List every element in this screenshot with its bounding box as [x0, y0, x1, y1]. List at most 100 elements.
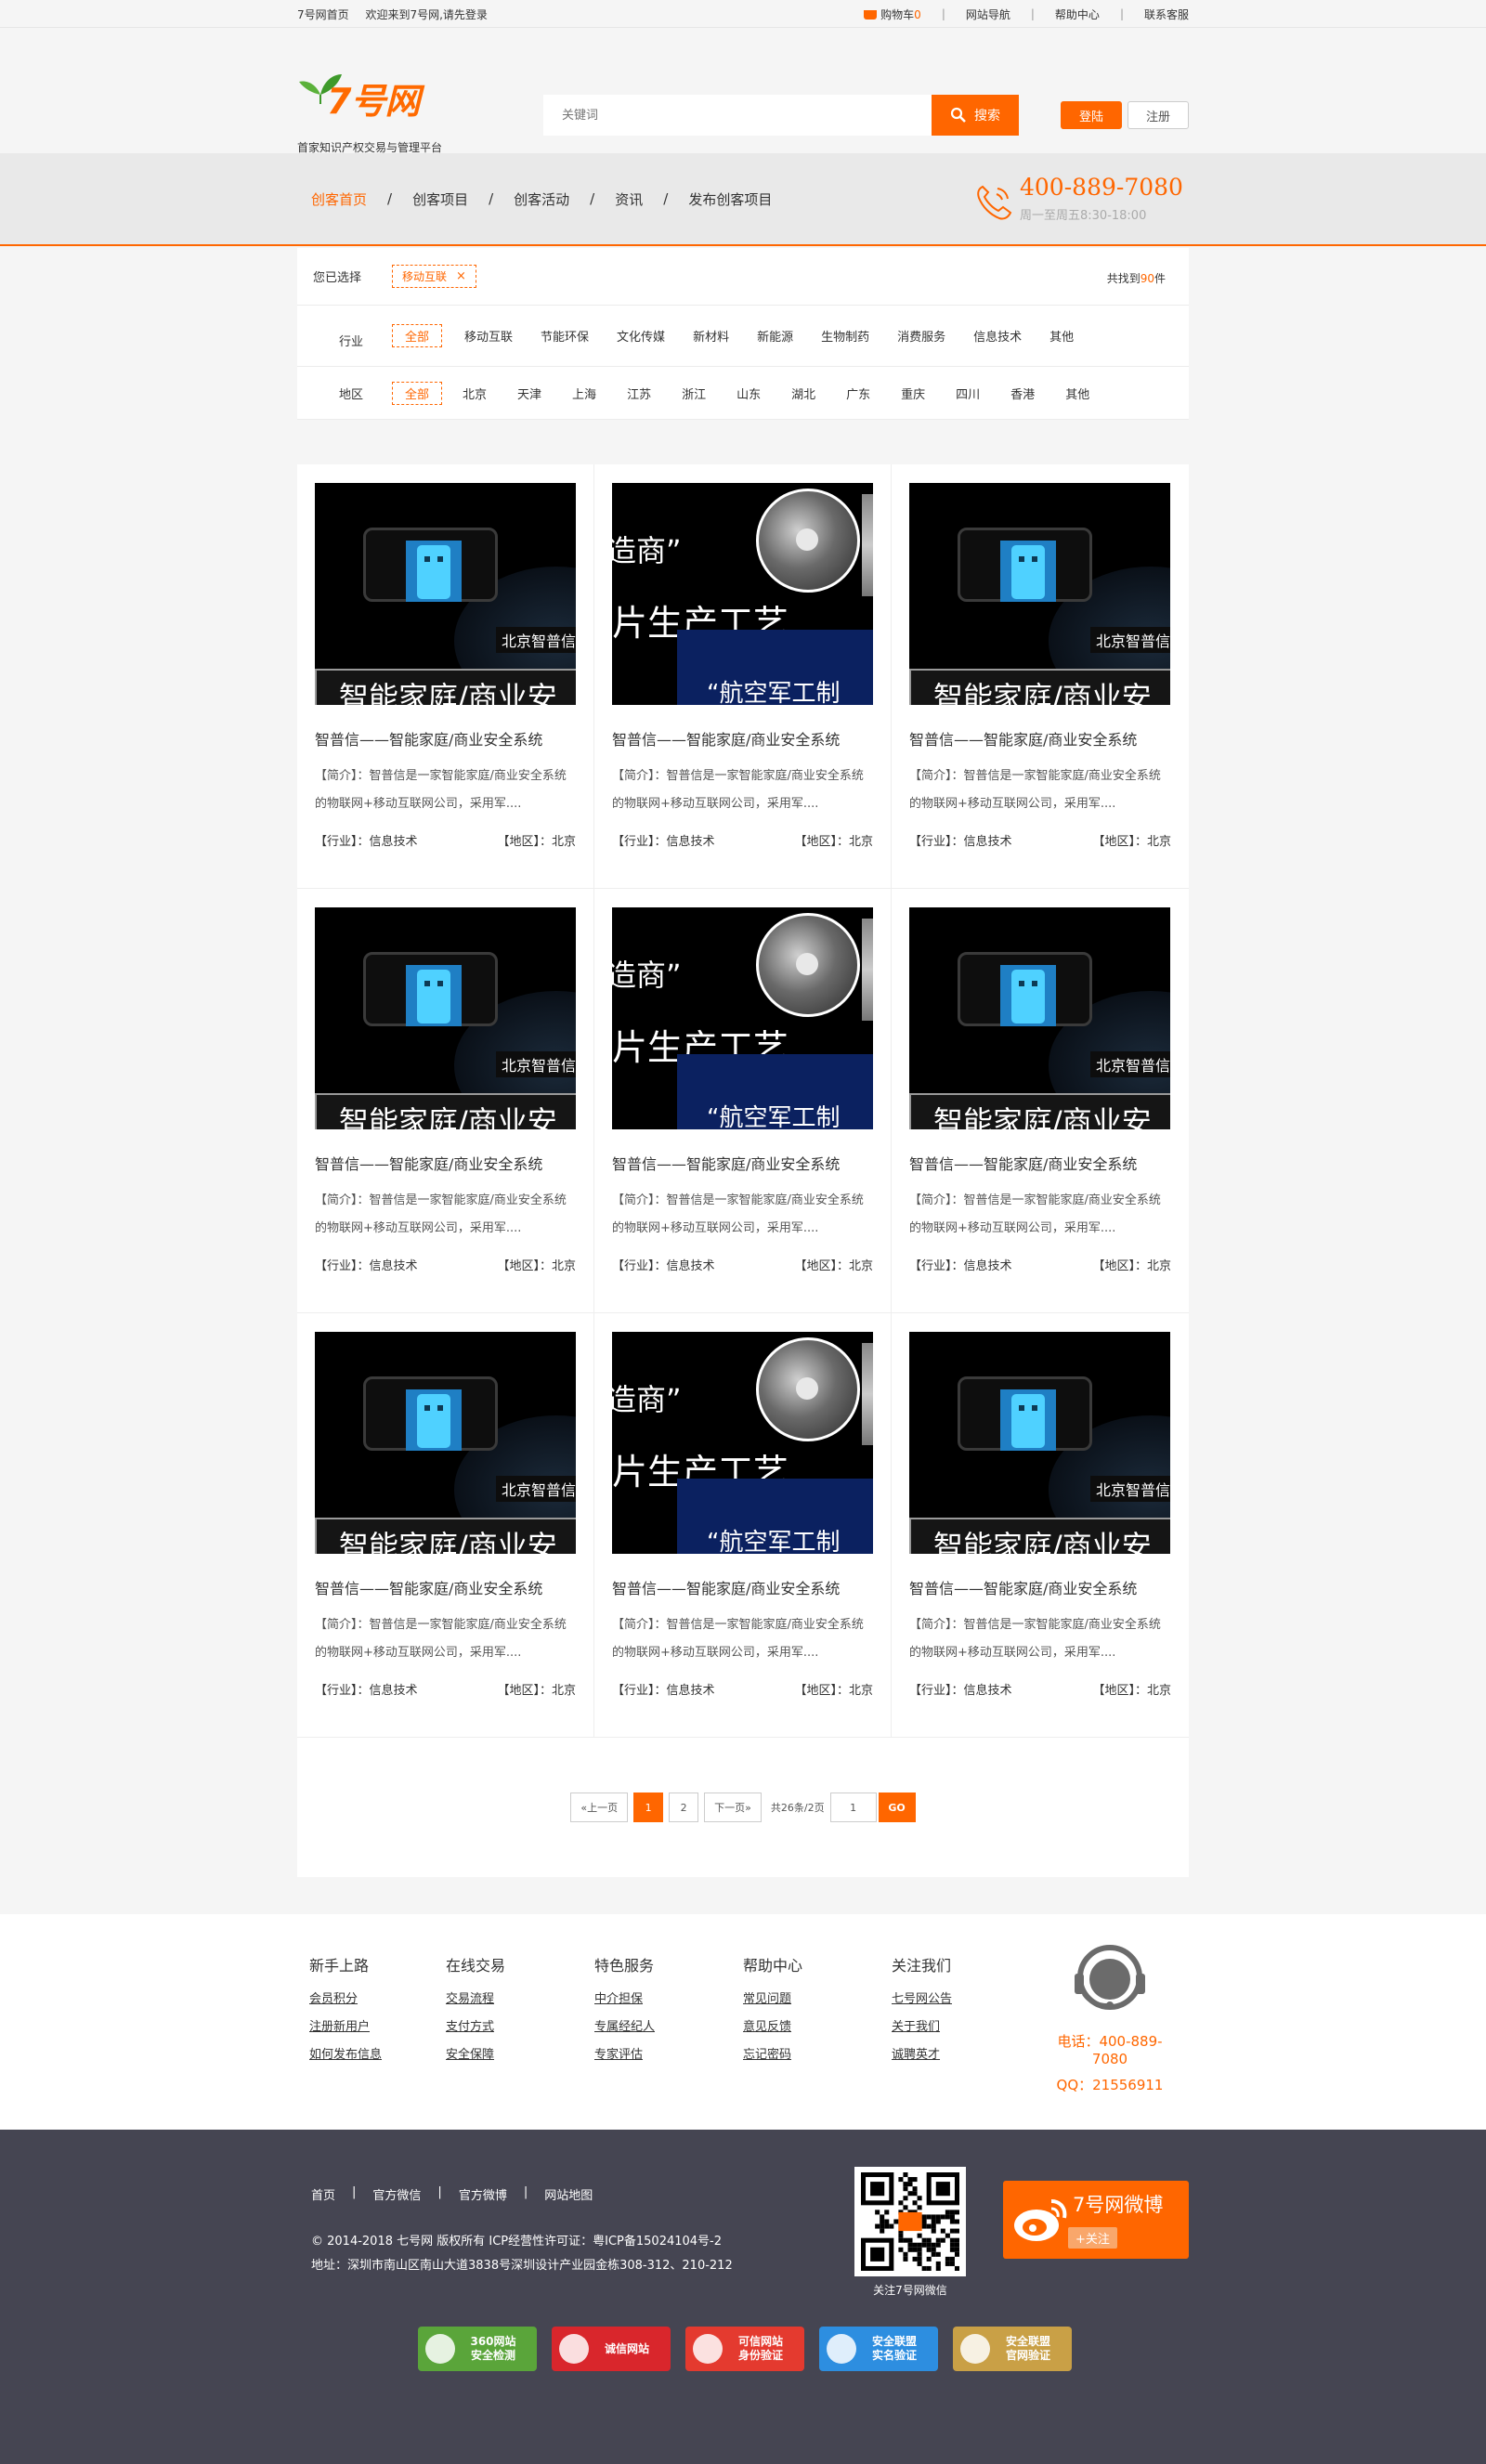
nav-item[interactable]: 创客活动: [514, 189, 569, 209]
project-title[interactable]: 智普信——智能家庭/商业安全系统: [315, 1576, 576, 1598]
trust-badge[interactable]: 安全联盟 实名验证: [819, 2327, 938, 2371]
help-link[interactable]: 专属经纪人: [594, 2014, 655, 2041]
help-link[interactable]: 安全保障: [446, 2041, 505, 2069]
industry-option[interactable]: 节能环保: [541, 327, 589, 345]
footer-link[interactable]: 官方微信: [372, 2185, 421, 2203]
site-nav-link[interactable]: 网站导航: [966, 7, 1010, 22]
project-card[interactable]: 北京智普信 智能家庭/商业安 智普信——智能家庭/商业安全系统 【简介】：智普信是一家…: [297, 1313, 594, 1738]
page-2-button[interactable]: 2: [669, 1793, 699, 1822]
region-option[interactable]: 上海: [572, 385, 596, 402]
project-title[interactable]: 智普信——智能家庭/商业安全系统: [909, 727, 1171, 750]
region-option[interactable]: 四川: [956, 385, 980, 402]
project-title[interactable]: 智普信——智能家庭/商业安全系统: [909, 1152, 1171, 1174]
industry-option-all[interactable]: 全部: [392, 324, 443, 347]
project-thumbnail[interactable]: 造商” 片生产工艺 “航空军工制: [612, 907, 873, 1129]
help-link[interactable]: 会员积分: [309, 1986, 382, 2014]
nav-item[interactable]: 资讯: [615, 189, 643, 209]
login-button[interactable]: 登陆: [1061, 101, 1122, 129]
region-option[interactable]: 广东: [846, 385, 870, 402]
help-link[interactable]: 七号网公告: [892, 1986, 952, 2014]
trust-badge[interactable]: 安全联盟 官网验证: [953, 2327, 1072, 2371]
project-title[interactable]: 智普信——智能家庭/商业安全系统: [612, 727, 873, 750]
industry-option[interactable]: 新材料: [693, 327, 729, 345]
region-option[interactable]: 重庆: [901, 385, 925, 402]
region-option-all[interactable]: 全部: [392, 381, 443, 405]
project-thumbnail[interactable]: 北京智普信 智能家庭/商业安: [909, 1332, 1170, 1554]
home-link[interactable]: 7号网首页: [297, 8, 349, 21]
project-thumbnail[interactable]: 北京智普信 智能家庭/商业安: [315, 1332, 576, 1554]
go-button[interactable]: GO: [878, 1793, 916, 1822]
header: 7号网 首家知识产权交易与管理平台 搜索 登陆 注册: [0, 28, 1486, 154]
remove-tag-icon[interactable]: ×: [456, 269, 466, 283]
help-link[interactable]: 意见反馈: [743, 2014, 802, 2041]
search-button[interactable]: 搜索: [932, 95, 1019, 136]
help-link[interactable]: 如何发布信息: [309, 2041, 382, 2069]
region-option[interactable]: 其他: [1065, 385, 1089, 402]
page-1-button[interactable]: 1: [633, 1793, 664, 1822]
next-page-button[interactable]: 下一页»: [704, 1793, 762, 1822]
project-thumbnail[interactable]: 造商” 片生产工艺 “航空军工制: [612, 1332, 873, 1554]
help-link[interactable]: 诚聘英才: [892, 2041, 952, 2069]
project-title[interactable]: 智普信——智能家庭/商业安全系统: [315, 1152, 576, 1174]
project-card[interactable]: 北京智普信 智能家庭/商业安 智普信——智能家庭/商业安全系统 【简介】：智普信是一家…: [892, 1313, 1189, 1738]
region-option[interactable]: 天津: [517, 385, 541, 402]
trust-badge[interactable]: 诚信网站: [552, 2327, 671, 2371]
logo[interactable]: 7号网: [297, 63, 474, 122]
project-thumbnail[interactable]: 北京智普信 智能家庭/商业安: [909, 483, 1170, 705]
help-link[interactable]: 常见问题: [743, 1986, 802, 2014]
industry-option[interactable]: 信息技术: [973, 327, 1022, 345]
trust-badge[interactable]: 可信网站 身份验证: [685, 2327, 804, 2371]
trust-badge[interactable]: 360网站 安全检测: [418, 2327, 537, 2371]
region-option[interactable]: 湖北: [791, 385, 815, 402]
help-link[interactable]: 中介担保: [594, 1986, 655, 2014]
weibo-follow-button[interactable]: +关注: [1068, 2227, 1117, 2249]
footer-link[interactable]: 官方微博: [459, 2185, 507, 2203]
project-title[interactable]: 智普信——智能家庭/商业安全系统: [612, 1152, 873, 1174]
footer-link[interactable]: 首页: [311, 2185, 335, 2203]
weibo-box[interactable]: 7号网微博 +关注: [1003, 2181, 1189, 2259]
help-link[interactable]: 注册新用户: [309, 2014, 382, 2041]
project-thumbnail[interactable]: 造商” 片生产工艺 “航空军工制: [612, 483, 873, 705]
project-title[interactable]: 智普信——智能家庭/商业安全系统: [612, 1576, 873, 1598]
region-option[interactable]: 浙江: [682, 385, 706, 402]
project-card[interactable]: 造商” 片生产工艺 “航空军工制 智普信——智能家庭/商业安全系统 【简介】：智普信是一…: [594, 889, 892, 1313]
project-thumbnail[interactable]: 北京智普信 智能家庭/商业安: [909, 907, 1170, 1129]
industry-option[interactable]: 生物制药: [821, 327, 869, 345]
industry-option[interactable]: 消费服务: [897, 327, 945, 345]
help-center-link[interactable]: 帮助中心: [1055, 7, 1100, 22]
region-option[interactable]: 江苏: [627, 385, 651, 402]
project-card[interactable]: 北京智普信 智能家庭/商业安 智普信——智能家庭/商业安全系统 【简介】：智普信是一家…: [892, 889, 1189, 1313]
cart-link[interactable]: 购物车0: [864, 7, 921, 22]
project-card[interactable]: 北京智普信 智能家庭/商业安 智普信——智能家庭/商业安全系统 【简介】：智普信是一家…: [892, 464, 1189, 889]
region-option[interactable]: 北京: [463, 385, 487, 402]
project-thumbnail[interactable]: 北京智普信 智能家庭/商业安: [315, 483, 576, 705]
nav-item[interactable]: 创客项目: [412, 189, 468, 209]
help-link[interactable]: 关于我们: [892, 2014, 952, 2041]
nav-item[interactable]: 创客首页: [311, 189, 367, 209]
project-title[interactable]: 智普信——智能家庭/商业安全系统: [315, 727, 576, 750]
region-option[interactable]: 香港: [1010, 385, 1035, 402]
page-jump-input[interactable]: 1: [829, 1793, 877, 1822]
project-card[interactable]: 北京智普信 智能家庭/商业安 智普信——智能家庭/商业安全系统 【简介】：智普信是一家…: [297, 464, 594, 889]
project-card[interactable]: 造商” 片生产工艺 “航空军工制 智普信——智能家庭/商业安全系统 【简介】：智普信是一…: [594, 464, 892, 889]
nav-item[interactable]: 发布创客项目: [688, 189, 772, 209]
contact-service-link[interactable]: 联系客服: [1144, 7, 1189, 22]
project-card[interactable]: 造商” 片生产工艺 “航空军工制 智普信——智能家庭/商业安全系统 【简介】：智普信是一…: [594, 1313, 892, 1738]
industry-option[interactable]: 新能源: [757, 327, 793, 345]
help-link[interactable]: 交易流程: [446, 1986, 505, 2014]
project-thumbnail[interactable]: 北京智普信 智能家庭/商业安: [315, 907, 576, 1129]
help-link[interactable]: 忘记密码: [743, 2041, 802, 2069]
industry-option[interactable]: 其他: [1049, 327, 1074, 345]
help-link[interactable]: 专家评估: [594, 2041, 655, 2069]
register-button[interactable]: 注册: [1128, 101, 1189, 129]
industry-option[interactable]: 文化传媒: [617, 327, 665, 345]
selected-tag[interactable]: 移动互联 ×: [392, 265, 476, 288]
prev-page-button[interactable]: «上一页: [570, 1793, 629, 1822]
region-option[interactable]: 山东: [736, 385, 761, 402]
project-title[interactable]: 智普信——智能家庭/商业安全系统: [909, 1576, 1171, 1598]
industry-option[interactable]: 移动互联: [464, 327, 513, 345]
search-input[interactable]: [543, 95, 932, 136]
project-card[interactable]: 北京智普信 智能家庭/商业安 智普信——智能家庭/商业安全系统 【简介】：智普信是一家…: [297, 889, 594, 1313]
help-link[interactable]: 支付方式: [446, 2014, 505, 2041]
footer-link[interactable]: 网站地图: [544, 2185, 593, 2203]
